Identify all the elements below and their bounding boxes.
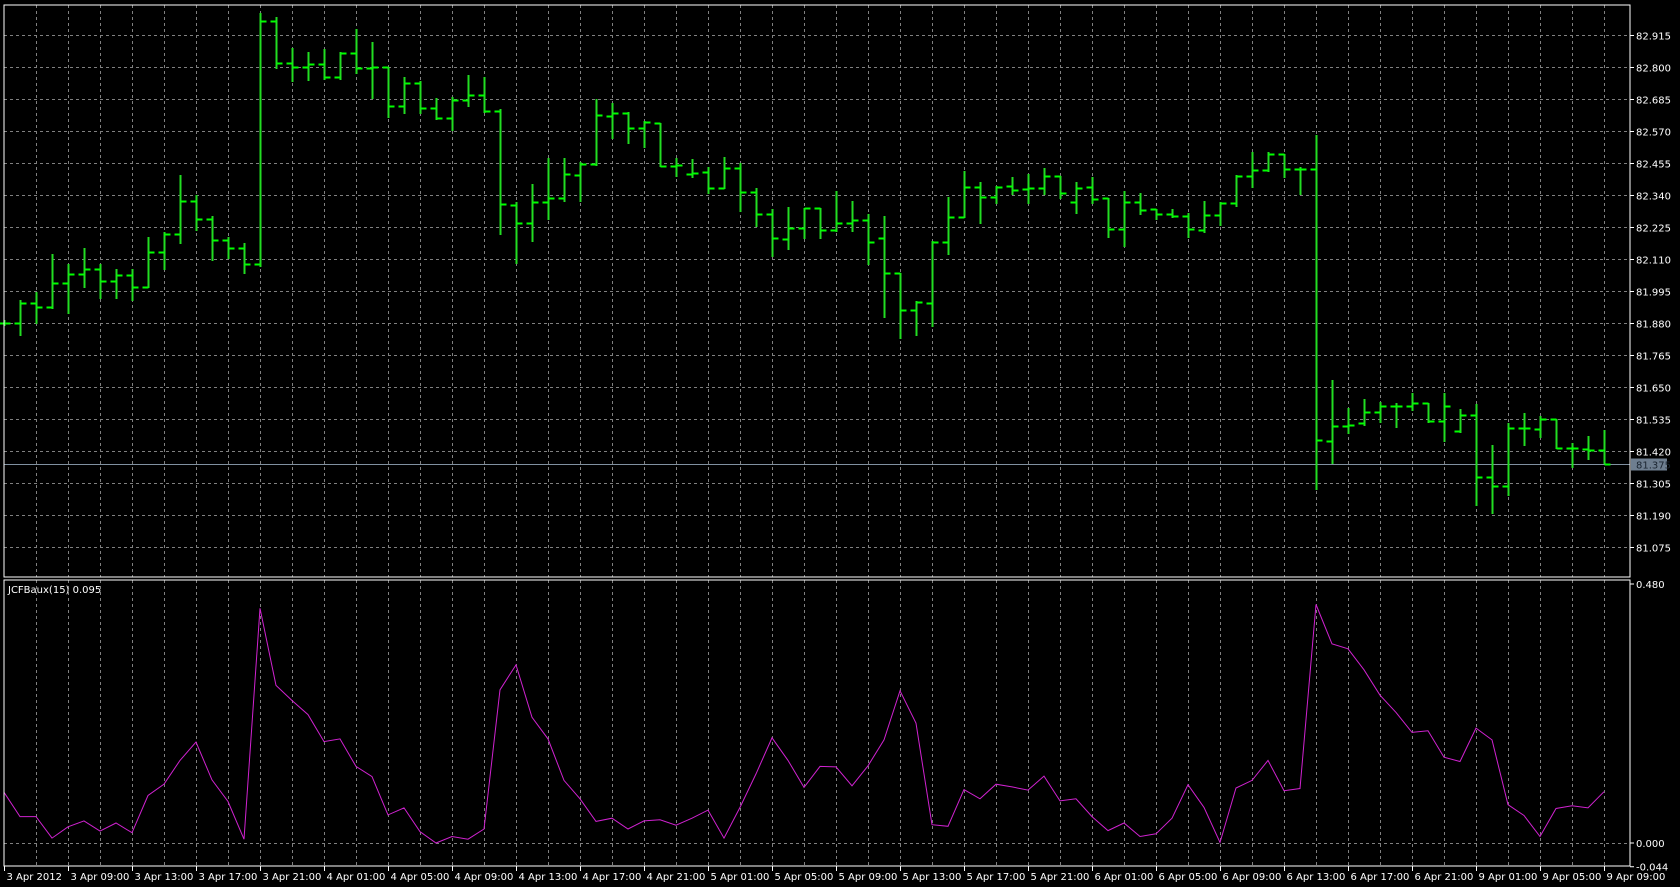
chart-background: [0, 0, 1680, 887]
time-tick-label: 4 Apr 17:00: [583, 872, 642, 883]
price-tick-label: 82.570: [1636, 128, 1671, 139]
time-tick-label: 6 Apr 13:00: [1287, 872, 1346, 883]
time-tick-label: 6 Apr 09:00: [1223, 872, 1282, 883]
time-tick-label: 4 Apr 13:00: [519, 872, 578, 883]
price-tick-label: 82.685: [1636, 96, 1671, 107]
price-tick-label: 81.075: [1636, 544, 1671, 555]
price-tick-label: 81.995: [1636, 288, 1671, 299]
price-tick-label: 81.190: [1636, 512, 1671, 523]
time-tick-label: 6 Apr 01:00: [1095, 872, 1154, 883]
time-tick-label: 9 Apr 01:00: [1479, 872, 1538, 883]
time-tick-label: 3 Apr 09:00: [71, 872, 130, 883]
time-tick-label: 3 Apr 21:00: [263, 872, 322, 883]
time-tick-label: 4 Apr 05:00: [391, 872, 450, 883]
indicator-tick-label: 0.000: [1636, 839, 1665, 850]
indicator-label: JCFBaux(15) 0.095: [7, 585, 101, 596]
price-tick-label: 81.650: [1636, 384, 1671, 395]
time-tick-label: 3 Apr 17:00: [199, 872, 258, 883]
trading-chart[interactable]: JCFBaux(15) 0.095 82.915 82.800 82.685 82.5…: [0, 0, 1680, 887]
price-tick-label: 82.110: [1636, 256, 1671, 267]
time-tick-label: 5 Apr 09:00: [839, 872, 898, 883]
current-price-label: 81.375: [1636, 461, 1671, 472]
time-tick-label: 5 Apr 13:00: [903, 872, 962, 883]
price-tick-label: 82.455: [1636, 160, 1671, 171]
time-tick-label: 9 Apr 05:00: [1543, 872, 1602, 883]
price-tick-label: 82.915: [1636, 32, 1671, 43]
indicator-tick-label: 0.480: [1636, 580, 1665, 591]
price-tick-label: 81.880: [1636, 320, 1671, 331]
time-tick-label: 3 Apr 2012: [7, 872, 62, 883]
price-tick-label: 82.225: [1636, 224, 1671, 235]
price-tick-label: 81.420: [1636, 448, 1671, 459]
time-tick-label: 4 Apr 01:00: [327, 872, 386, 883]
time-tick-label: 5 Apr 01:00: [711, 872, 770, 883]
time-tick-label: 4 Apr 09:00: [455, 872, 514, 883]
time-tick-label: 4 Apr 21:00: [647, 872, 706, 883]
time-tick-label: 5 Apr 17:00: [967, 872, 1026, 883]
time-tick-label: 9 Apr 09:00: [1607, 872, 1666, 883]
time-tick-label: 6 Apr 17:00: [1351, 872, 1410, 883]
price-tick-label: 81.765: [1636, 352, 1671, 363]
time-tick-label: 6 Apr 05:00: [1159, 872, 1218, 883]
price-tick-label: 81.535: [1636, 416, 1671, 427]
price-tick-label: 82.800: [1636, 64, 1671, 75]
time-tick-label: 6 Apr 21:00: [1415, 872, 1474, 883]
time-tick-label: 5 Apr 21:00: [1031, 872, 1090, 883]
time-tick-label: 3 Apr 13:00: [135, 872, 194, 883]
time-tick-label: 5 Apr 05:00: [775, 872, 834, 883]
price-tick-label: 81.305: [1636, 480, 1671, 491]
price-tick-label: 82.340: [1636, 192, 1671, 203]
